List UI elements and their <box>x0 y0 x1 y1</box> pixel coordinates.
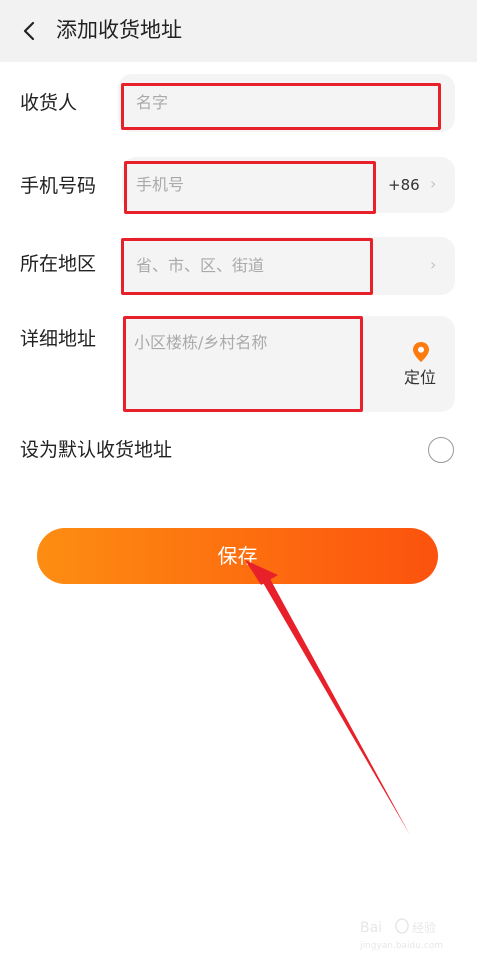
page-title: 添加收货地址 <box>56 18 182 42</box>
save-button[interactable]: 保存 <box>37 528 438 584</box>
detail-label: 详细地址 <box>20 328 97 350</box>
recipient-label: 收货人 <box>20 92 78 114</box>
chevron-left-icon[interactable] <box>18 19 42 43</box>
detail-highlight-box <box>123 316 363 412</box>
red-arrow-annotation <box>245 560 410 835</box>
recipient-highlight-box <box>121 83 441 130</box>
baidu-jingyan-watermark: Bai 经验 jingyan.baidu.com <box>359 918 443 951</box>
location-pin-icon[interactable] <box>411 341 431 363</box>
svg-text:经验: 经验 <box>412 920 436 935</box>
app-header: 添加收货地址 <box>0 0 477 62</box>
chevron-right-icon: › <box>430 174 437 193</box>
default-address-radio[interactable] <box>428 437 454 463</box>
svg-text:Bai: Bai <box>360 920 382 936</box>
locate-button[interactable]: 定位 <box>404 367 436 389</box>
chevron-right-icon: › <box>430 255 437 274</box>
phone-label: 手机号码 <box>20 175 97 197</box>
phone-highlight-box <box>124 161 376 214</box>
svg-text:jingyan.baidu.com: jingyan.baidu.com <box>359 941 443 951</box>
default-address-label: 设为默认收货地址 <box>20 439 173 461</box>
country-code[interactable]: +86 <box>388 175 420 195</box>
region-highlight-box <box>121 238 373 295</box>
region-label: 所在地区 <box>20 253 97 275</box>
